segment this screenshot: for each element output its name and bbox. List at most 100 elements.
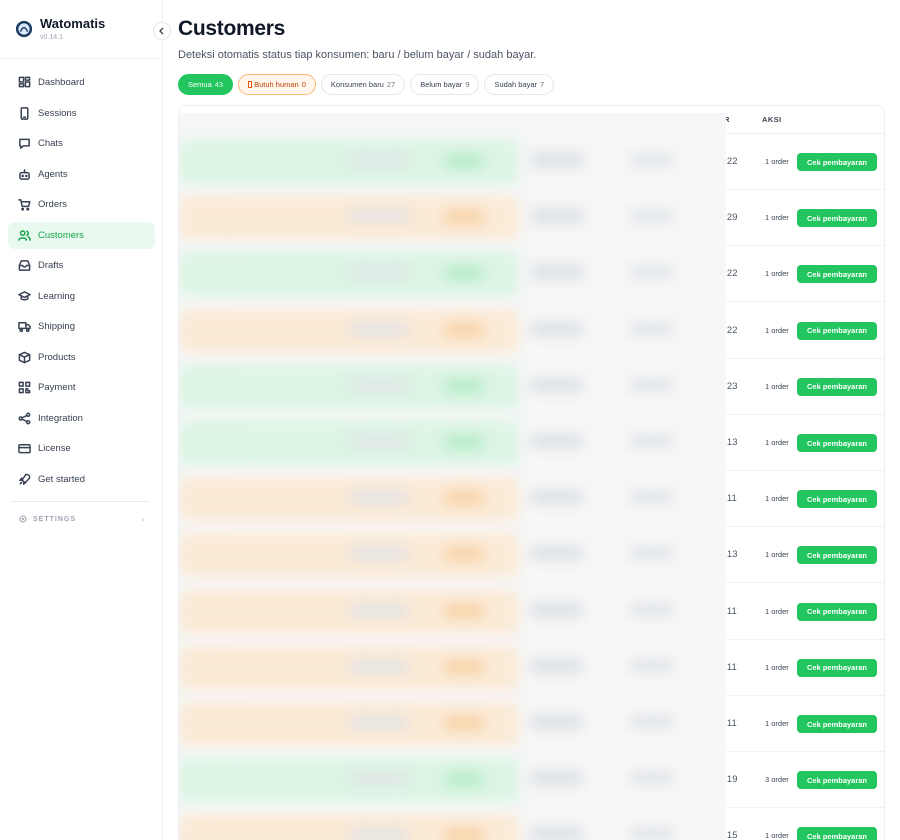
redacted-blob: [529, 826, 584, 840]
sidebar-item-get-started[interactable]: Get started: [8, 466, 155, 493]
phone-icon: [18, 106, 31, 120]
customers-table: R AKSI 0.22 1 order Cek pembayaran 2.29 1 or…: [178, 105, 885, 840]
collapse-sidebar-button[interactable]: [153, 22, 171, 40]
redacted-blob: [444, 435, 484, 449]
filter-chip-butuh-human[interactable]: Butuh human 0: [238, 74, 316, 95]
redacted-blob: [529, 657, 584, 674]
redacted-blob: [529, 601, 584, 618]
redacted-blob: [629, 716, 674, 728]
redacted-blob: [349, 210, 409, 223]
filter-chip-semua[interactable]: Semua 43: [178, 74, 234, 95]
redacted-row: [179, 584, 726, 640]
sidebar-item-sessions[interactable]: Sessions: [8, 100, 155, 127]
order-count: 1 order: [765, 157, 789, 166]
check-payment-button[interactable]: Cek pembayaran: [797, 658, 877, 677]
cart-icon: [18, 198, 31, 211]
filter-chip-label: Konsumen baru: [330, 80, 384, 89]
filter-chip-label: Belum bayar: [420, 80, 463, 89]
divider: [0, 58, 163, 59]
sidebar-item-label: License: [38, 443, 71, 454]
check-payment-button[interactable]: Cek pembayaran: [797, 321, 877, 340]
rocket-icon: [18, 473, 31, 486]
redacted-blob: [349, 828, 409, 840]
brand[interactable]: Watomatis v0.14.1: [15, 16, 105, 41]
check-payment-button[interactable]: Cek pembayaran: [797, 490, 877, 509]
sidebar-item-label: Integration: [38, 412, 83, 424]
sidebar-item-products[interactable]: Products: [8, 344, 155, 371]
redacted-blob: [529, 433, 584, 449]
sidebar-item-label: Drafts: [38, 260, 64, 271]
redacted-blob: [349, 378, 409, 391]
redacted-blob: [349, 322, 409, 335]
sidebar-item-orders[interactable]: Orders: [8, 191, 155, 218]
check-payment-button[interactable]: Cek pembayaran: [797, 827, 877, 840]
check-payment-button[interactable]: Cek pembayaran: [797, 265, 877, 284]
order-count: 1 order: [765, 719, 789, 728]
truck-icon: [18, 320, 31, 333]
main-content: Customers Deteksi otomatis status tiap k…: [163, 0, 900, 840]
settings-toggle[interactable]: SETTINGS ›: [18, 514, 145, 524]
check-payment-button[interactable]: Cek pembayaran: [797, 602, 877, 621]
sidebar-item-customers[interactable]: Customers: [8, 221, 155, 249]
redacted-blob: [349, 491, 409, 504]
redacted-row: [179, 246, 726, 302]
order-count: 1 order: [765, 662, 789, 672]
redacted-blob: [349, 772, 409, 785]
filter-chip-label: Semua: [188, 80, 212, 89]
redacted-blob: [629, 322, 674, 335]
filter-chip-sudah-bayar[interactable]: Sudah bayar 7: [484, 74, 555, 95]
alert-icon: [248, 81, 253, 88]
redacted-blob: [529, 320, 584, 337]
order-count: 1 order: [765, 494, 789, 504]
sidebar-item-shipping[interactable]: Shipping: [8, 313, 155, 340]
sidebar-item-label: Get started: [38, 473, 85, 485]
sidebar: Watomatis v0.14.1 Dashboard Sessions Chats…: [0, 0, 171, 840]
redacted-blob: [629, 266, 674, 279]
redacted-blob: [629, 772, 674, 785]
redacted-blob: [629, 659, 674, 672]
check-payment-button[interactable]: Cek pembayaran: [797, 546, 877, 565]
sidebar-item-dashboard[interactable]: Dashboard: [8, 69, 155, 96]
chevron-right-icon: ›: [141, 514, 145, 524]
graduation-cap-icon: [18, 290, 31, 303]
redacted-blob: [529, 489, 584, 506]
order-count: 1 order: [765, 325, 789, 335]
redacted-blob: [629, 378, 674, 391]
redacted-row: [179, 190, 726, 246]
check-payment-button[interactable]: Cek pembayaran: [797, 153, 877, 171]
redacted-blob: [444, 491, 484, 506]
redacted-blob: [349, 266, 409, 279]
sidebar-item-payment[interactable]: Payment: [8, 374, 155, 401]
sidebar-item-license[interactable]: License: [8, 435, 155, 462]
redacted-blob: [629, 210, 674, 223]
redacted-blob: [529, 264, 584, 281]
redacted-row: [179, 415, 726, 471]
check-payment-button[interactable]: Cek pembayaran: [797, 715, 877, 733]
order-count: 3 order: [765, 775, 789, 785]
check-payment-button[interactable]: Cek pembayaran: [797, 377, 877, 396]
redacted-row: [179, 527, 726, 583]
check-payment-button[interactable]: Cek pembayaran: [797, 771, 877, 790]
sidebar-item-chats[interactable]: Chats: [8, 130, 155, 157]
redacted-blob: [629, 603, 674, 616]
check-payment-button[interactable]: Cek pembayaran: [797, 434, 877, 452]
redacted-row: [179, 471, 726, 527]
sidebar-item-label: Learning: [38, 290, 75, 302]
redacted-row: [179, 359, 726, 415]
redacted-region: [179, 113, 726, 840]
redacted-blob: [444, 772, 484, 787]
sidebar-item-integration[interactable]: Integration: [8, 405, 155, 432]
order-count: 1 order: [765, 438, 789, 447]
redacted-blob: [629, 435, 674, 447]
filter-chip-belum-bayar[interactable]: Belum bayar 9: [410, 74, 480, 95]
sidebar-item-learning[interactable]: Learning: [8, 283, 155, 310]
check-payment-button[interactable]: Cek pembayaran: [797, 209, 877, 228]
card-icon: [18, 442, 31, 455]
page-subtitle: Deteksi otomatis status tiap konsumen: b…: [178, 49, 537, 61]
filter-chip-konsumen-baru[interactable]: Konsumen baru 27: [320, 74, 406, 95]
redacted-blob: [349, 154, 409, 166]
sidebar-item-drafts[interactable]: Drafts: [8, 252, 155, 279]
sidebar-item-label: Sessions: [38, 107, 77, 119]
filter-chip-count: 9: [465, 80, 470, 89]
sidebar-item-agents[interactable]: Agents: [8, 161, 155, 188]
